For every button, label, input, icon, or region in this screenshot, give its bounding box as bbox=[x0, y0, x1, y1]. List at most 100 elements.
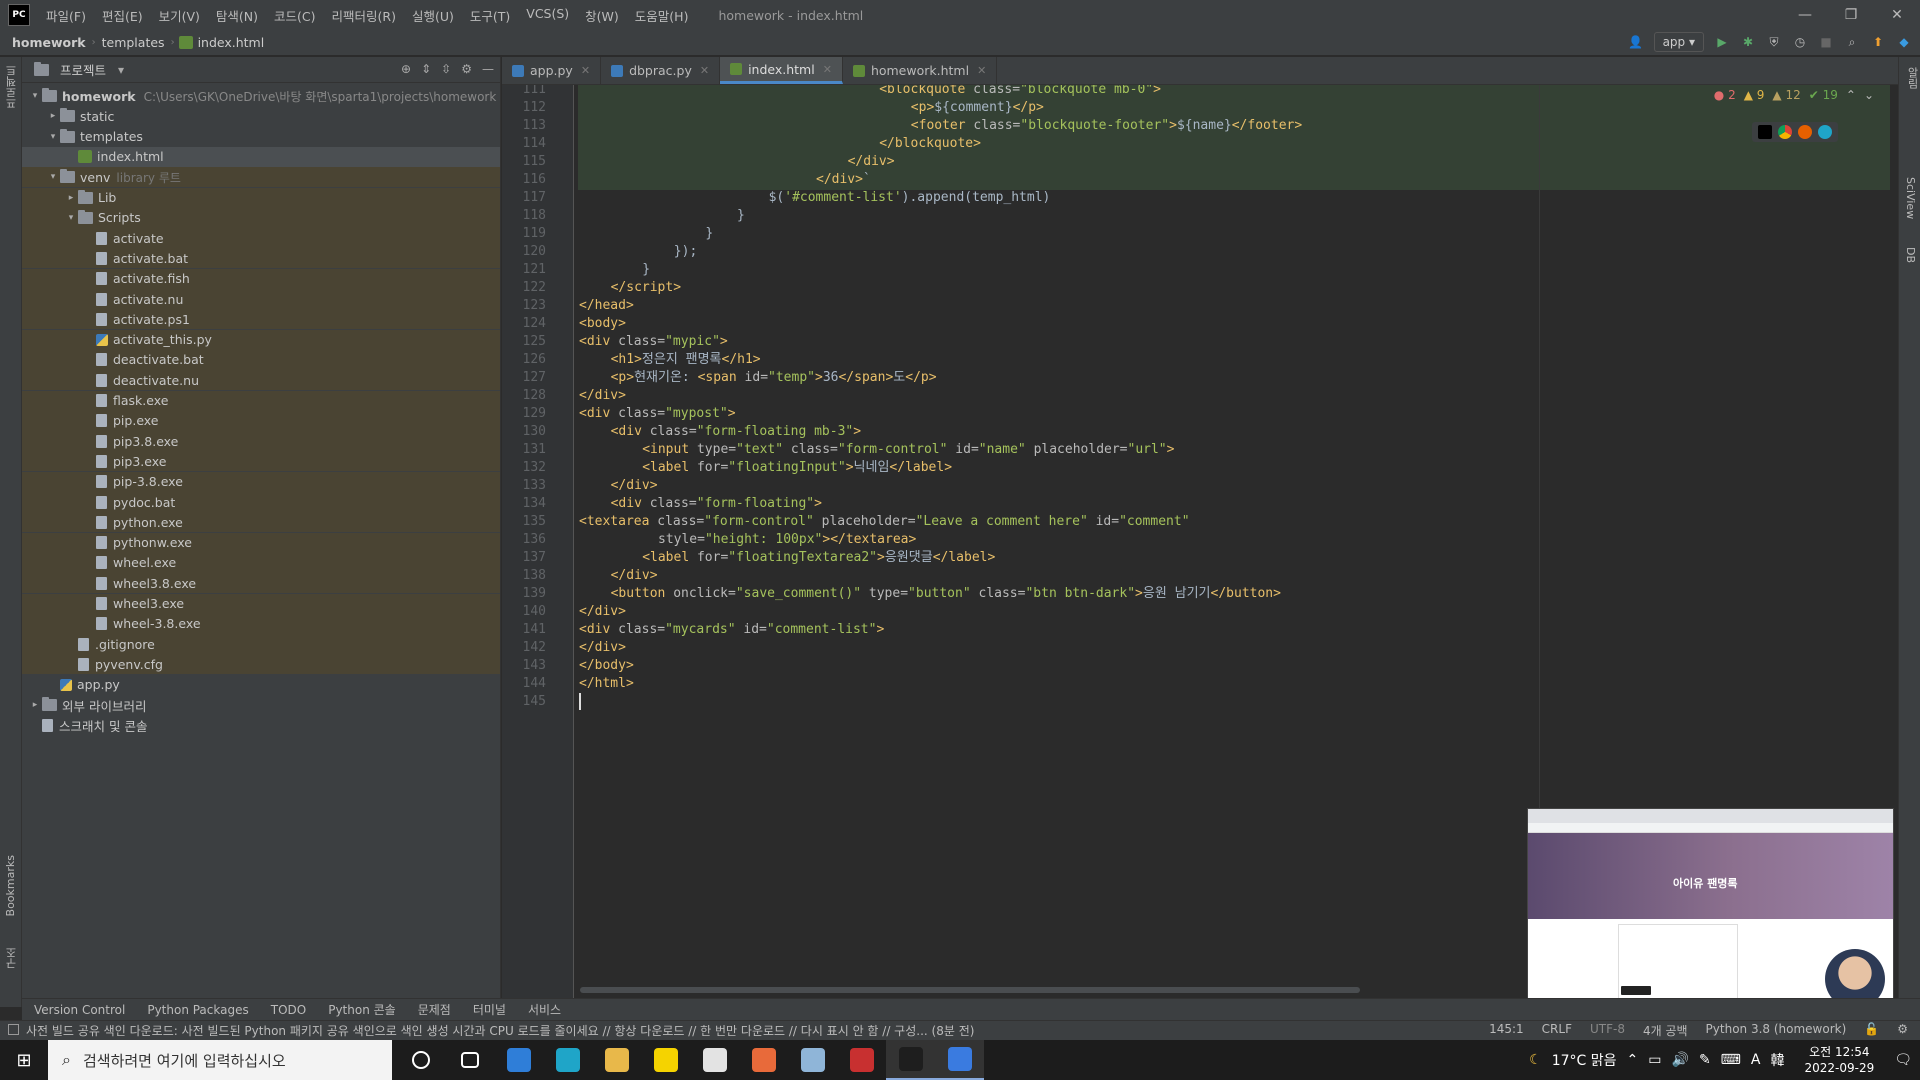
close-tab-icon[interactable]: ✕ bbox=[700, 64, 709, 77]
task-view-icon[interactable] bbox=[445, 1040, 494, 1080]
tree-item[interactable]: activate.ps1 bbox=[22, 309, 500, 330]
user-icon[interactable]: 👤 bbox=[1628, 34, 1644, 50]
breadcrumb-folder[interactable]: templates bbox=[96, 35, 171, 50]
ime-indicator[interactable]: 韓 bbox=[1770, 1050, 1784, 1070]
kakaotalk-icon[interactable] bbox=[641, 1040, 690, 1080]
notes-icon[interactable] bbox=[788, 1040, 837, 1080]
caret-position[interactable]: 145:1 bbox=[1489, 1022, 1524, 1039]
tree-item[interactable]: ▾ homework C:\Users\GK\OneDrive\바탕 화면\spar… bbox=[22, 86, 500, 106]
tree-item[interactable]: 스크래치 및 콘솔 bbox=[22, 715, 500, 735]
tool-window-button[interactable]: 문제점 bbox=[418, 1001, 451, 1018]
menu-item[interactable]: 창(W) bbox=[577, 6, 627, 25]
ie-icon[interactable] bbox=[494, 1040, 543, 1080]
tree-item[interactable]: flask.exe bbox=[22, 390, 500, 411]
breadcrumb-project[interactable]: homework bbox=[0, 35, 92, 50]
menu-item[interactable]: 도움말(H) bbox=[627, 6, 697, 25]
tool-window-button[interactable]: Python Packages bbox=[147, 1003, 248, 1017]
menu-item[interactable]: 파일(F) bbox=[38, 6, 94, 25]
close-tab-icon[interactable]: ✕ bbox=[581, 64, 590, 77]
chrome-icon[interactable] bbox=[690, 1040, 739, 1080]
notification-icon[interactable]: 🗨 bbox=[1894, 1052, 1912, 1068]
tree-item[interactable]: .gitignore bbox=[22, 634, 500, 655]
tree-item[interactable]: wheel-3.8.exe bbox=[22, 613, 500, 634]
python-interpreter[interactable]: Python 3.8 (homework) bbox=[1706, 1022, 1847, 1039]
hide-icon[interactable]: — bbox=[482, 62, 494, 76]
chevron-down-icon[interactable]: ▾ bbox=[64, 213, 78, 223]
editor-tab[interactable]: homework.html ✕ bbox=[843, 57, 998, 84]
chevron-down-icon[interactable]: ▾ bbox=[28, 91, 42, 101]
pycharm-icon[interactable] bbox=[886, 1040, 935, 1080]
tree-item[interactable]: ▸ static bbox=[22, 106, 500, 126]
inspection-widget[interactable]: ● 2 ▲ 9 ▲ 12 ✔ 19 ⌃ ⌄ bbox=[1714, 88, 1874, 102]
tree-item[interactable]: pip.exe bbox=[22, 410, 500, 431]
stop-icon[interactable]: ■ bbox=[1818, 34, 1834, 50]
tree-item[interactable]: ▸ 외부 라이브러리 bbox=[22, 695, 500, 715]
run-icon[interactable]: ▶ bbox=[1714, 34, 1730, 50]
git-icon[interactable]: ⚙ bbox=[1897, 1022, 1908, 1039]
lock-icon[interactable]: 🔓 bbox=[1864, 1022, 1879, 1039]
cortana-icon[interactable] bbox=[396, 1040, 445, 1080]
menu-item[interactable]: 편집(E) bbox=[94, 6, 151, 25]
tree-item[interactable]: pyvenv.cfg bbox=[22, 654, 500, 675]
chevron-down-icon[interactable]: ▾ bbox=[118, 63, 124, 77]
tree-item[interactable]: pydoc.bat bbox=[22, 492, 500, 512]
notifications-tool-button[interactable]: 알림 bbox=[1904, 67, 1920, 89]
tool-window-button[interactable]: TODO bbox=[271, 1003, 306, 1017]
close-button[interactable]: ✕ bbox=[1874, 0, 1920, 30]
menu-item[interactable]: VCS(S) bbox=[518, 6, 577, 25]
keyboard-icon[interactable]: ⌨ bbox=[1721, 1052, 1741, 1068]
indent-setting[interactable]: 4개 공백 bbox=[1643, 1022, 1688, 1039]
chrome-icon[interactable] bbox=[1778, 125, 1792, 139]
tree-item[interactable]: python.exe bbox=[22, 512, 500, 533]
speaker-icon[interactable]: 🔊 bbox=[1672, 1052, 1689, 1068]
tree-item[interactable]: activate.nu bbox=[22, 289, 500, 309]
menu-item[interactable]: 리팩터링(R) bbox=[324, 6, 404, 25]
tool-window-button[interactable]: 터미널 bbox=[473, 1001, 506, 1018]
git-icon[interactable] bbox=[739, 1040, 788, 1080]
horizontal-scrollbar[interactable] bbox=[580, 987, 1360, 993]
tool-window-button[interactable]: 서비스 bbox=[528, 1001, 561, 1018]
run-config-select[interactable]: app ▾ bbox=[1653, 32, 1704, 52]
file-encoding[interactable]: UTF-8 bbox=[1590, 1022, 1625, 1039]
menu-item[interactable]: 보기(V) bbox=[151, 6, 208, 25]
tree-item[interactable]: pip-3.8.exe bbox=[22, 471, 500, 492]
minimize-button[interactable]: — bbox=[1782, 0, 1828, 30]
filezilla-icon[interactable] bbox=[837, 1040, 886, 1080]
structure-tool-button[interactable]: 구조 bbox=[4, 947, 20, 969]
search-icon[interactable]: ⌕ bbox=[1844, 34, 1860, 50]
chevron-up-icon[interactable]: ⌃ bbox=[1846, 88, 1856, 102]
clock[interactable]: 오전 12:54 2022-09-29 bbox=[1794, 1044, 1884, 1076]
explorer-icon[interactable] bbox=[592, 1040, 641, 1080]
tree-item[interactable]: wheel3.8.exe bbox=[22, 573, 500, 594]
gear-icon[interactable]: ⚙ bbox=[461, 62, 472, 76]
status-square-icon[interactable] bbox=[8, 1024, 19, 1035]
language-indicator[interactable]: A bbox=[1751, 1052, 1761, 1068]
tool-window-button[interactable]: Version Control bbox=[34, 1003, 125, 1017]
maximize-button[interactable]: ❐ bbox=[1828, 0, 1874, 30]
editor-tab[interactable]: app.py ✕ bbox=[502, 57, 602, 84]
chevron-right-icon[interactable]: ▸ bbox=[64, 193, 78, 203]
chevron-down-icon[interactable]: ▾ bbox=[46, 172, 60, 182]
close-tab-icon[interactable]: ✕ bbox=[977, 64, 986, 77]
tree-item[interactable]: app.py bbox=[22, 675, 500, 695]
tree-item[interactable]: pip3.8.exe bbox=[22, 431, 500, 452]
expand-all-icon[interactable]: ⇕ bbox=[421, 62, 431, 76]
pen-icon[interactable]: ✎ bbox=[1699, 1052, 1711, 1068]
locate-icon[interactable]: ⊕ bbox=[401, 62, 411, 76]
chevron-down-icon[interactable]: ▾ bbox=[46, 132, 60, 142]
debug-icon[interactable]: ✱ bbox=[1740, 34, 1756, 50]
menu-item[interactable]: 탐색(N) bbox=[208, 6, 266, 25]
editor-tab[interactable]: dbprac.py ✕ bbox=[601, 57, 721, 84]
plugin-icon[interactable]: ◆ bbox=[1896, 34, 1912, 50]
menu-item[interactable]: 코드(C) bbox=[266, 6, 323, 25]
bookmarks-tool-button[interactable]: Bookmarks bbox=[4, 855, 17, 916]
windows-start-icon[interactable]: ⊞ bbox=[0, 1040, 48, 1080]
tree-item[interactable]: activate.fish bbox=[22, 268, 500, 289]
editor-tab[interactable]: index.html ✕ bbox=[720, 57, 843, 84]
chevron-right-icon[interactable]: ▸ bbox=[28, 700, 42, 710]
firefox-icon[interactable] bbox=[1798, 125, 1812, 139]
tree-item[interactable]: deactivate.nu bbox=[22, 370, 500, 391]
edge-icon[interactable] bbox=[1818, 125, 1832, 139]
database-tool-button[interactable]: DB bbox=[1904, 247, 1917, 263]
coverage-icon[interactable]: ⛨ bbox=[1766, 34, 1782, 50]
